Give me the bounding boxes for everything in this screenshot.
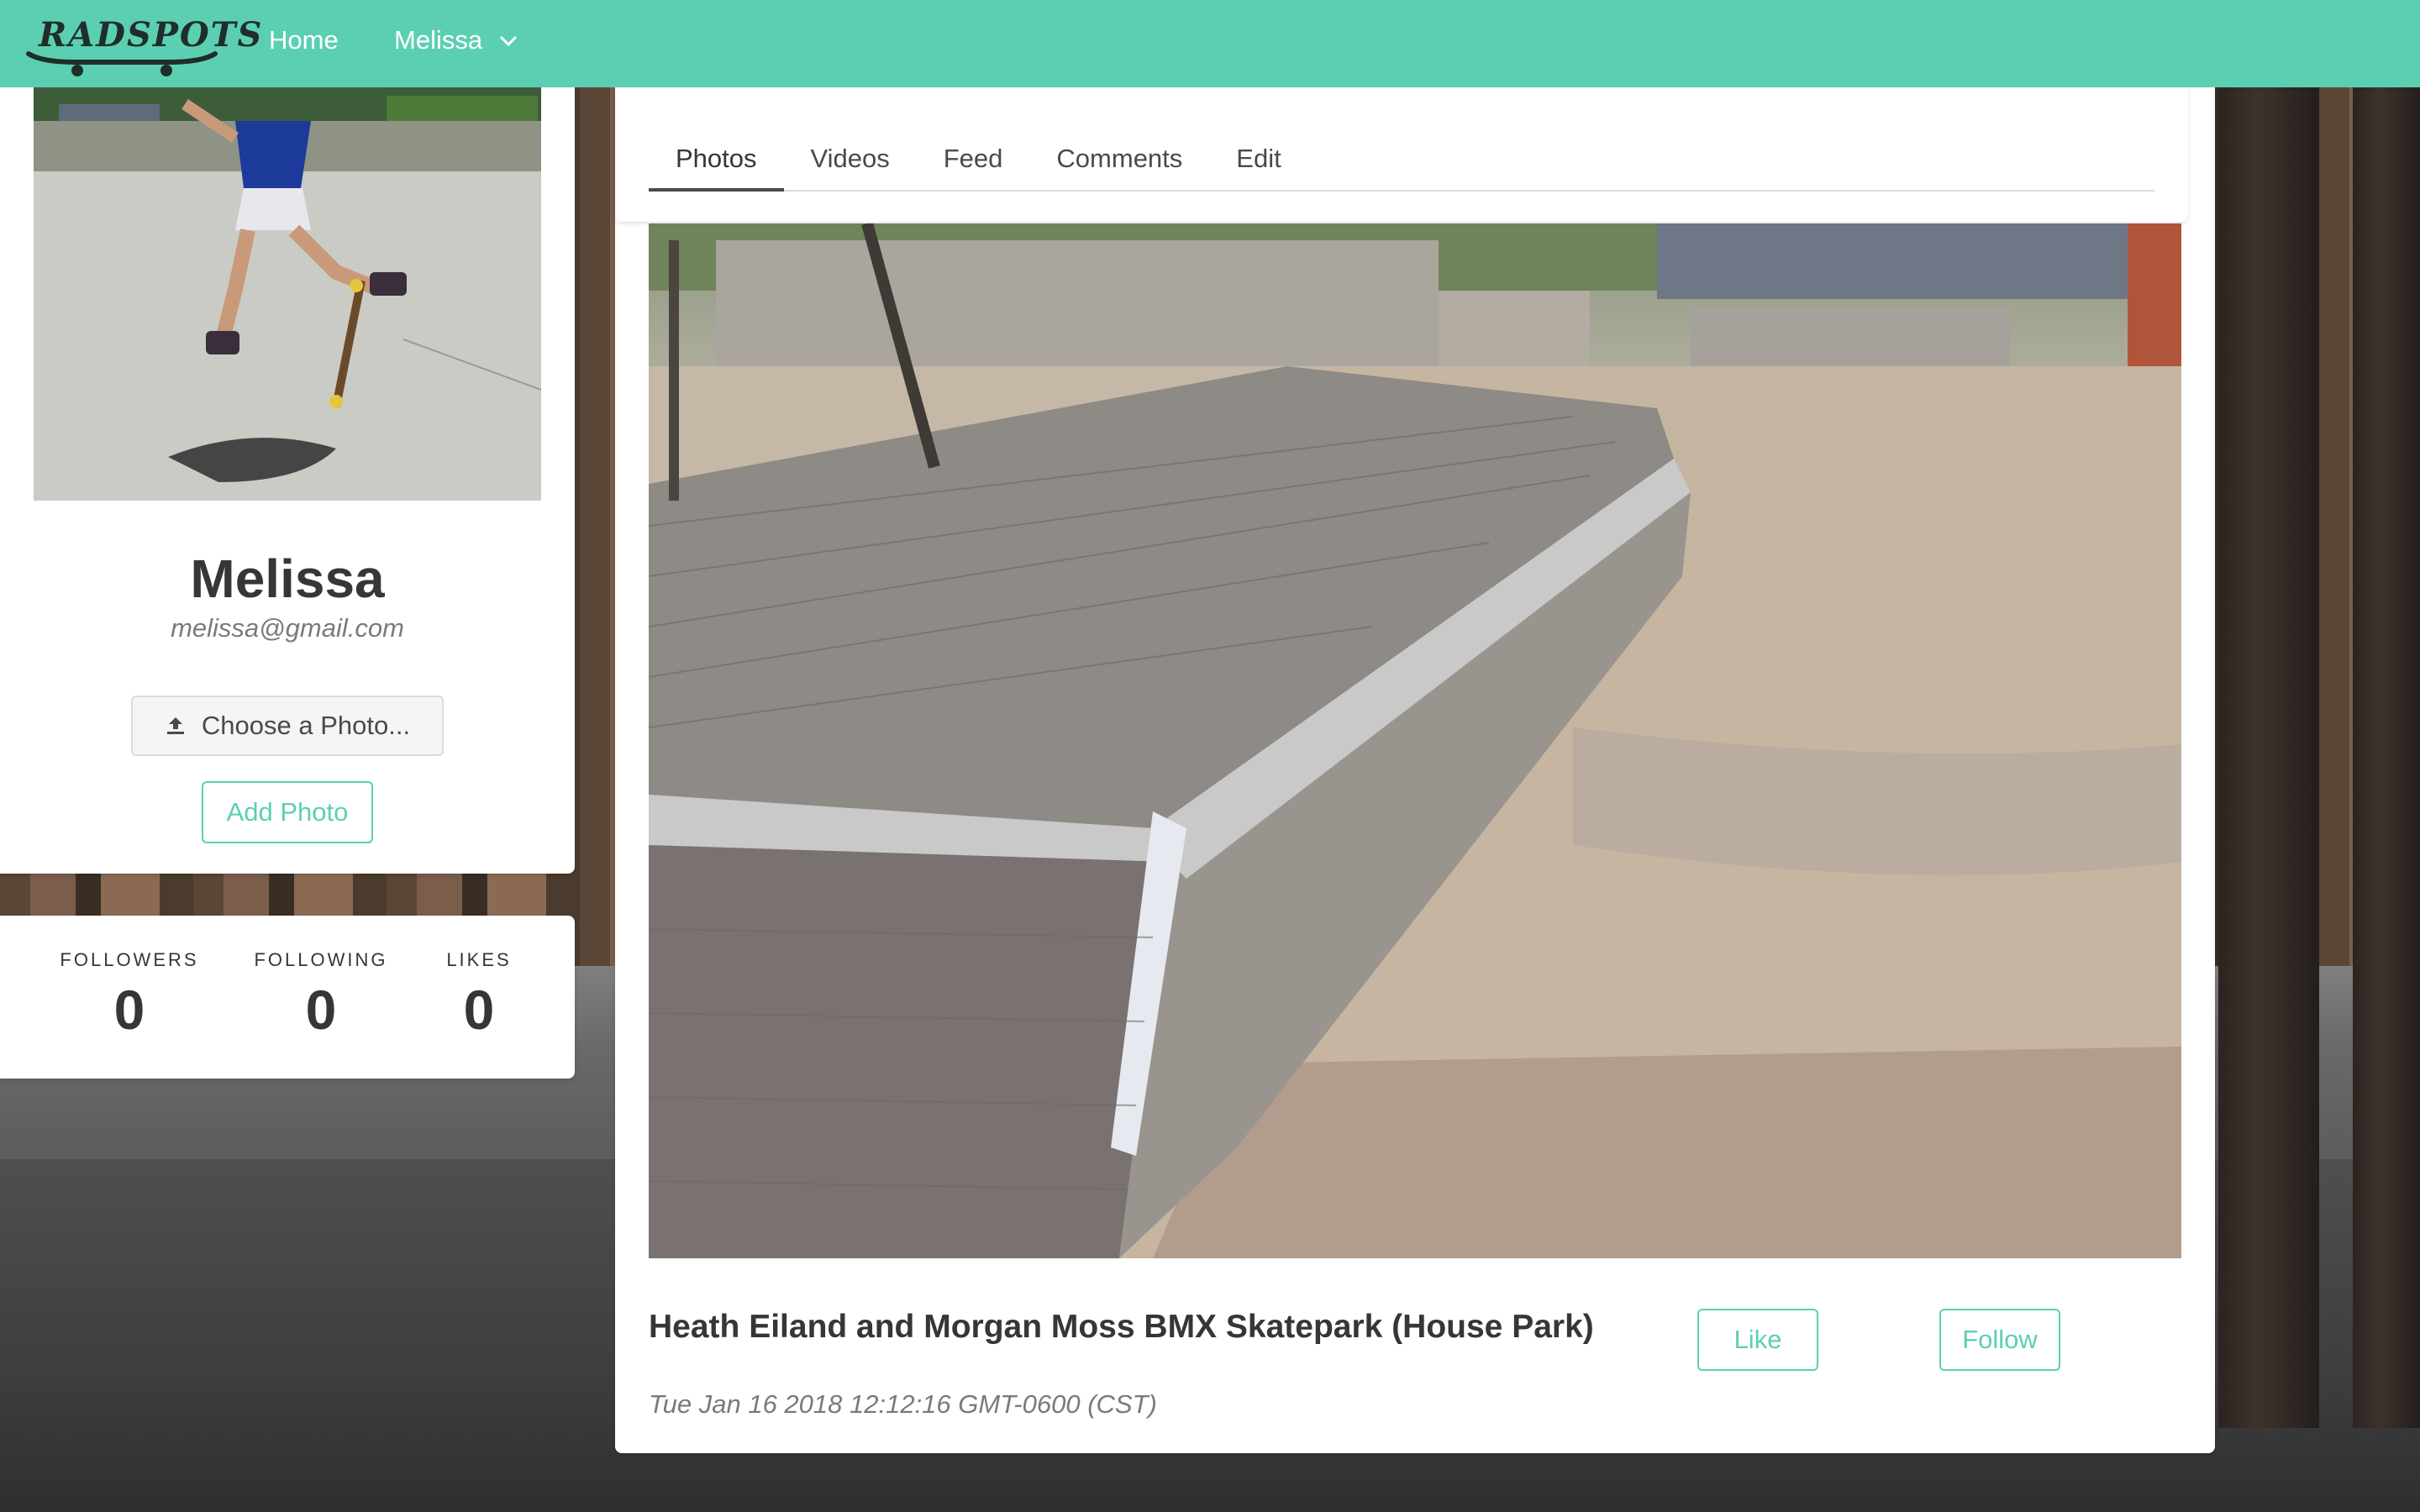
stat-label: FOLLOWING bbox=[254, 949, 388, 970]
tab-photos[interactable]: Photos bbox=[649, 134, 784, 192]
skatepark-photo-illustration bbox=[649, 223, 2181, 1258]
profile-tabs: Photos Videos Feed Comments Edit bbox=[649, 134, 2154, 192]
skateboard-icon bbox=[26, 51, 218, 76]
nav-user-dropdown[interactable]: Melissa bbox=[394, 25, 519, 55]
stat-likes: LIKES 0 bbox=[395, 949, 563, 1042]
stat-label: FOLLOWERS bbox=[60, 949, 199, 970]
chevron-down-icon bbox=[500, 35, 518, 47]
tabs-container: Photos Videos Feed Comments Edit bbox=[615, 87, 2188, 222]
choose-photo-button[interactable]: Choose a Photo... bbox=[131, 696, 444, 756]
profile-name: Melissa bbox=[190, 549, 385, 609]
stat-value: 0 bbox=[305, 979, 337, 1041]
stat-value: 0 bbox=[463, 979, 495, 1041]
radspots-logo[interactable]: RADSPOTS bbox=[25, 10, 261, 76]
top-navbar: RADSPOTS Home Melissa bbox=[0, 0, 2420, 87]
background-post bbox=[2353, 84, 2420, 1428]
add-photo-button[interactable]: Add Photo bbox=[202, 781, 373, 843]
stat-value: 0 bbox=[113, 979, 145, 1041]
stat-following: FOLLOWING 0 bbox=[237, 949, 405, 1042]
profile-email: melissa@gmail.com bbox=[171, 613, 404, 643]
nav-user-label: Melissa bbox=[394, 25, 483, 55]
choose-photo-label: Choose a Photo... bbox=[201, 711, 411, 740]
main-content-card: Photos Videos Feed Comments Edit Heath E… bbox=[615, 87, 2215, 1453]
profile-card: Melissa melissa@gmail.com Choose a Photo… bbox=[0, 87, 575, 874]
tab-edit[interactable]: Edit bbox=[1209, 134, 1307, 190]
stat-followers: FOLLOWERS 0 bbox=[45, 949, 213, 1042]
follow-button[interactable]: Follow bbox=[1939, 1309, 2060, 1371]
upload-icon bbox=[166, 717, 184, 734]
tab-feed[interactable]: Feed bbox=[917, 134, 1030, 190]
stat-label: LIKES bbox=[446, 949, 512, 970]
background-post bbox=[2218, 84, 2319, 1428]
skater-photo-illustration bbox=[34, 87, 541, 501]
post-date: Tue Jan 16 2018 12:12:16 GMT-0600 (CST) bbox=[649, 1389, 1157, 1419]
tab-comments[interactable]: Comments bbox=[1029, 134, 1209, 190]
stats-card: FOLLOWERS 0 FOLLOWING 0 LIKES 0 bbox=[0, 916, 575, 1079]
post-title: Heath Eiland and Morgan Moss BMX Skatepa… bbox=[649, 1309, 1594, 1345]
spot-photo[interactable] bbox=[649, 223, 2181, 1258]
nav-home-link[interactable]: Home bbox=[269, 25, 339, 55]
profile-photo bbox=[34, 87, 541, 501]
like-button[interactable]: Like bbox=[1697, 1309, 1818, 1371]
tab-videos[interactable]: Videos bbox=[784, 134, 917, 190]
